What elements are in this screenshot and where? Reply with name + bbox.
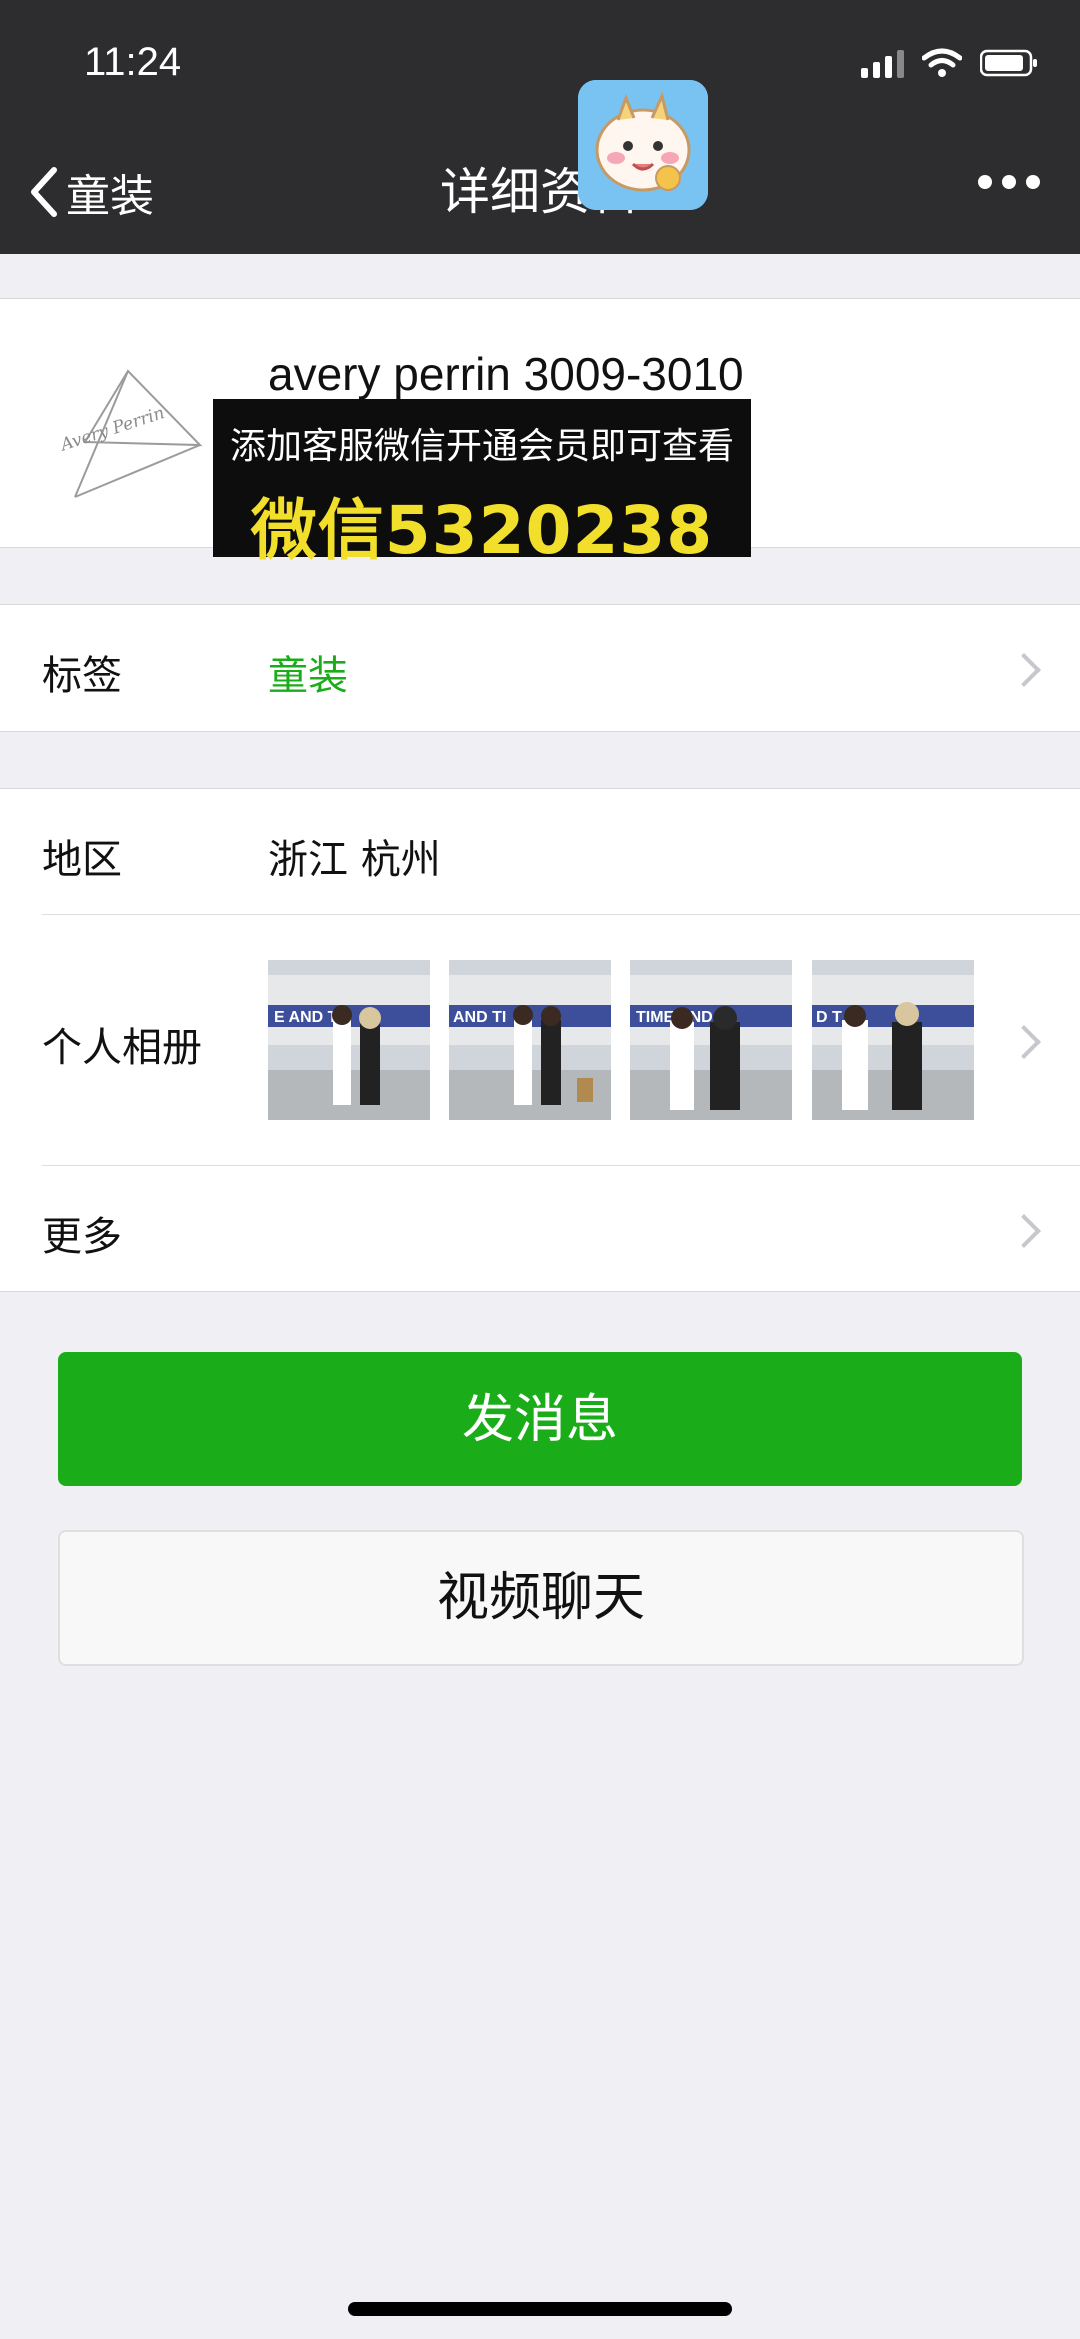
info-section: 地区 浙江 杭州 个人相册 E AND TI AND TI TIME AND E… (0, 788, 1080, 1292)
svg-text:E AND TI: E AND TI (274, 1009, 342, 1026)
album-photo[interactable]: E AND TI (268, 960, 430, 1120)
dot-icon (1002, 175, 1016, 189)
page-title: 详细资料 (440, 163, 640, 221)
avery-perrin-logo: Avery Perrin (40, 327, 230, 517)
profile-name: avery perrin 3009-3010 (268, 348, 744, 400)
album-row[interactable]: 个人相册 E AND TI AND TI TIME AND E D T (0, 915, 1080, 1165)
status-time: 11:24 (84, 40, 182, 84)
more-options-button[interactable] (978, 175, 1040, 189)
album-photo[interactable]: TIME AND E (630, 960, 792, 1120)
svg-text:D T: D T (816, 1009, 842, 1026)
more-row[interactable]: 更多 (0, 1166, 1080, 1291)
chevron-right-icon (1007, 1025, 1041, 1059)
album-label: 个人相册 (42, 1025, 202, 1071)
tags-section[interactable]: 标签 童装 (0, 604, 1080, 732)
profile-card: Avery Perrin avery perrin 3009-3010 添加客服… (0, 298, 1080, 569)
region-row: 地区 浙江 杭州 (0, 789, 1080, 914)
chevron-right-icon (1007, 653, 1041, 687)
battery-icon (980, 49, 1037, 77)
tags-label: 标签 (42, 653, 122, 699)
send-message-button[interactable]: 发消息 (58, 1352, 1022, 1486)
profile-avatar: Avery Perrin (40, 327, 230, 517)
home-indicator[interactable] (348, 2302, 732, 2316)
region-value: 浙江 杭州 (268, 837, 441, 883)
status-icons (861, 48, 1040, 78)
svg-text:AND TI: AND TI (453, 1009, 506, 1026)
mascot-icon (578, 80, 708, 210)
more-label: 更多 (42, 1214, 122, 1260)
chevron-right-icon (1007, 1214, 1041, 1248)
dot-icon (978, 175, 992, 189)
promo-wechat-id: 微信5320238 (250, 492, 714, 569)
navigation-header: 11:24 童装 详细资料 (0, 0, 1080, 254)
wifi-icon (922, 48, 962, 77)
tags-value: 童装 (268, 653, 348, 699)
promo-text: 添加客服微信开通会员即可查看 (229, 426, 734, 467)
album-photo[interactable]: AND TI (449, 960, 611, 1120)
mascot-app-icon[interactable] (578, 80, 708, 210)
dot-icon (1026, 175, 1040, 189)
album-photo[interactable]: D T (812, 960, 974, 1120)
promo-overlay: 添加客服微信开通会员即可查看 微信5320238 (213, 399, 751, 569)
video-call-button[interactable]: 视频聊天 (58, 1530, 1024, 1666)
region-label: 地区 (42, 837, 122, 883)
cellular-signal-icon (861, 48, 904, 78)
